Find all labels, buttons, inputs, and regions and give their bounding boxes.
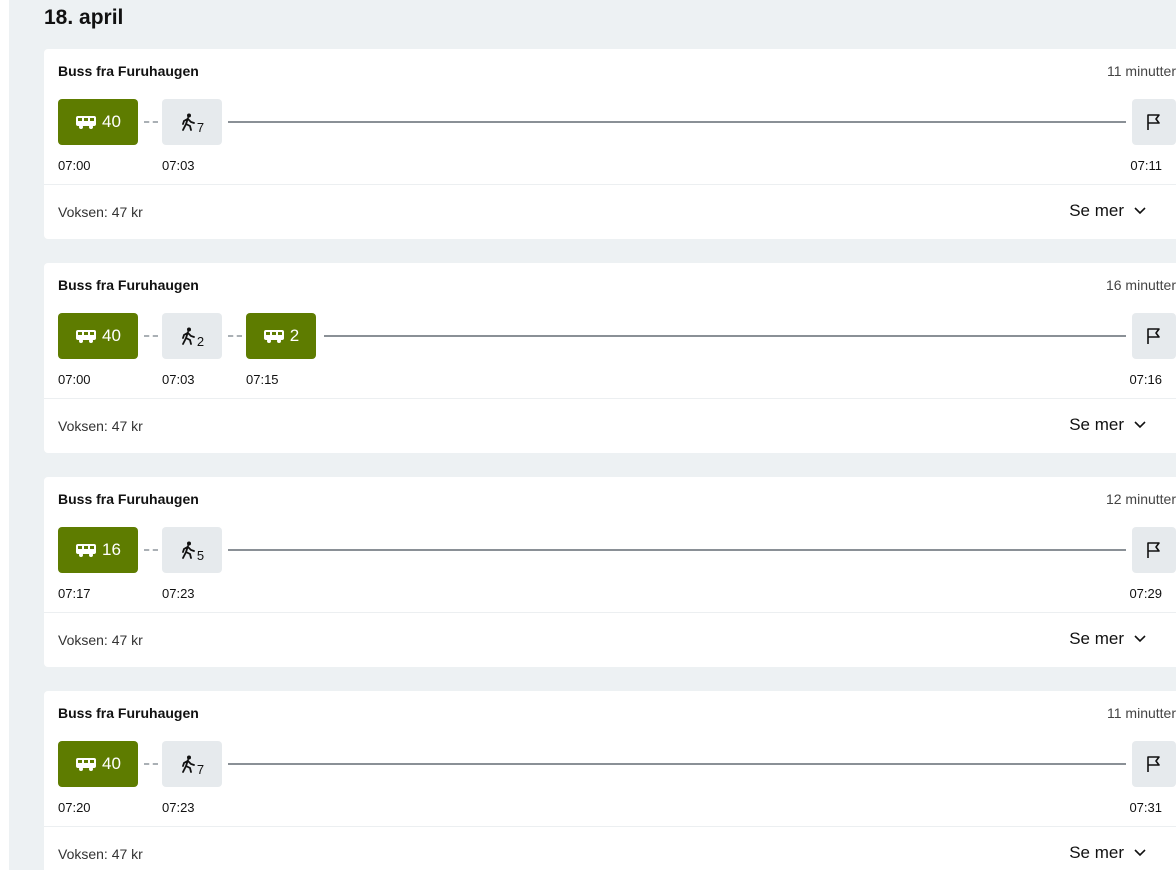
trip-duration: 11 minutter	[1107, 63, 1176, 79]
trip-timeline: 40 2 2	[58, 313, 1176, 359]
chevron-down-icon	[1134, 849, 1146, 857]
price-label: Voksen: 47 kr	[58, 418, 143, 434]
walk-icon	[181, 327, 195, 345]
price-label: Voksen: 47 kr	[58, 204, 143, 220]
leg-time: 07:23	[162, 800, 195, 815]
bus-line-number: 16	[102, 540, 121, 559]
bus-icon	[263, 330, 284, 343]
leg-time: 07:15	[246, 372, 279, 387]
see-more-label: Se mer	[1069, 415, 1124, 434]
see-more-label: Se mer	[1069, 201, 1124, 220]
bus-line-number: 40	[102, 326, 121, 345]
trip-card[interactable]: Buss fra Furuhaugen 12 minutter 16 5 07:…	[44, 477, 1176, 667]
transfer-connector	[144, 335, 158, 337]
trip-duration: 12 minutter	[1105, 491, 1176, 507]
trip-title: Buss fra Furuhaugen	[58, 491, 199, 507]
bus-leg-chip: 2	[246, 313, 316, 359]
walk-icon	[181, 541, 195, 559]
trip-card[interactable]: Buss fra Furuhaugen 11 minutter 40 7 07:…	[44, 691, 1176, 881]
leg-time: 07:23	[162, 586, 195, 601]
trip-timeline: 40 7	[58, 741, 1176, 787]
bus-leg-chip: 40	[58, 313, 138, 359]
trip-title: Buss fra Furuhaugen	[58, 705, 199, 721]
flag-icon	[1147, 756, 1160, 772]
bus-leg-chip: 16	[58, 527, 138, 573]
walk-minutes: 7	[196, 119, 205, 135]
flag-icon	[1147, 114, 1160, 130]
flag-icon	[1147, 328, 1160, 344]
bus-icon	[76, 758, 97, 771]
timeline-line	[228, 763, 1126, 765]
see-more-button[interactable]: Se mer	[1069, 843, 1146, 863]
arrival-time: 07:29	[1129, 586, 1162, 601]
bus-icon	[76, 330, 97, 343]
destination-chip	[1132, 313, 1176, 359]
trip-card[interactable]: Buss fra Furuhaugen 16 minutter 40 2 2 0…	[44, 263, 1176, 453]
see-more-label: Se mer	[1069, 843, 1124, 862]
chevron-down-icon	[1134, 421, 1146, 429]
trip-timeline: 40 7	[58, 99, 1176, 145]
chevron-down-icon	[1134, 635, 1146, 643]
bus-line-number: 40	[102, 112, 121, 131]
bus-leg-chip: 40	[58, 741, 138, 787]
bus-line-number: 40	[102, 754, 121, 773]
timeline-line	[228, 121, 1126, 123]
chevron-down-icon	[1134, 207, 1146, 215]
bus-leg-chip: 40	[58, 99, 138, 145]
divider	[44, 398, 1176, 399]
transfer-connector	[144, 549, 158, 551]
leg-time: 07:03	[162, 158, 195, 173]
flag-icon	[1147, 542, 1160, 558]
trip-title: Buss fra Furuhaugen	[58, 63, 199, 79]
see-more-label: Se mer	[1069, 629, 1124, 648]
see-more-button[interactable]: Se mer	[1069, 415, 1146, 435]
trip-timeline: 16 5	[58, 527, 1176, 573]
walk-icon	[181, 755, 195, 773]
departure-time: 07:00	[58, 158, 91, 173]
trip-card[interactable]: Buss fra Furuhaugen 11 minutter 40 7 07:…	[44, 49, 1176, 239]
bus-icon	[76, 116, 97, 129]
walk-leg-chip: 7	[162, 99, 222, 145]
walk-leg-chip: 7	[162, 741, 222, 787]
arrival-time: 07:11	[1130, 158, 1162, 173]
destination-chip	[1132, 741, 1176, 787]
trip-duration: 16 minutter	[1105, 277, 1176, 293]
walk-minutes: 2	[196, 333, 205, 349]
destination-chip	[1132, 99, 1176, 145]
walk-leg-chip: 2	[162, 313, 222, 359]
walk-icon	[181, 113, 195, 131]
trip-title: Buss fra Furuhaugen	[58, 277, 199, 293]
transfer-connector	[144, 763, 158, 765]
divider	[44, 184, 1176, 185]
divider	[44, 612, 1176, 613]
walk-leg-chip: 5	[162, 527, 222, 573]
leg-time: 07:03	[162, 372, 195, 387]
bus-line-number: 2	[289, 326, 300, 345]
arrival-time: 07:31	[1129, 800, 1162, 815]
departure-time: 07:17	[58, 586, 91, 601]
bus-icon	[76, 544, 97, 557]
transfer-connector	[228, 335, 242, 337]
date-heading: 18. april	[44, 6, 124, 29]
walk-minutes: 5	[196, 547, 205, 563]
destination-chip	[1132, 527, 1176, 573]
departure-time: 07:00	[58, 372, 91, 387]
trip-duration: 11 minutter	[1107, 705, 1176, 721]
transfer-connector	[144, 121, 158, 123]
departure-time: 07:20	[58, 800, 91, 815]
price-label: Voksen: 47 kr	[58, 632, 143, 648]
see-more-button[interactable]: Se mer	[1069, 629, 1146, 649]
timeline-line	[228, 549, 1126, 551]
arrival-time: 07:16	[1129, 372, 1162, 387]
walk-minutes: 7	[196, 761, 205, 777]
price-label: Voksen: 47 kr	[58, 846, 143, 862]
see-more-button[interactable]: Se mer	[1069, 201, 1146, 221]
divider	[44, 826, 1176, 827]
timeline-line	[324, 335, 1126, 337]
